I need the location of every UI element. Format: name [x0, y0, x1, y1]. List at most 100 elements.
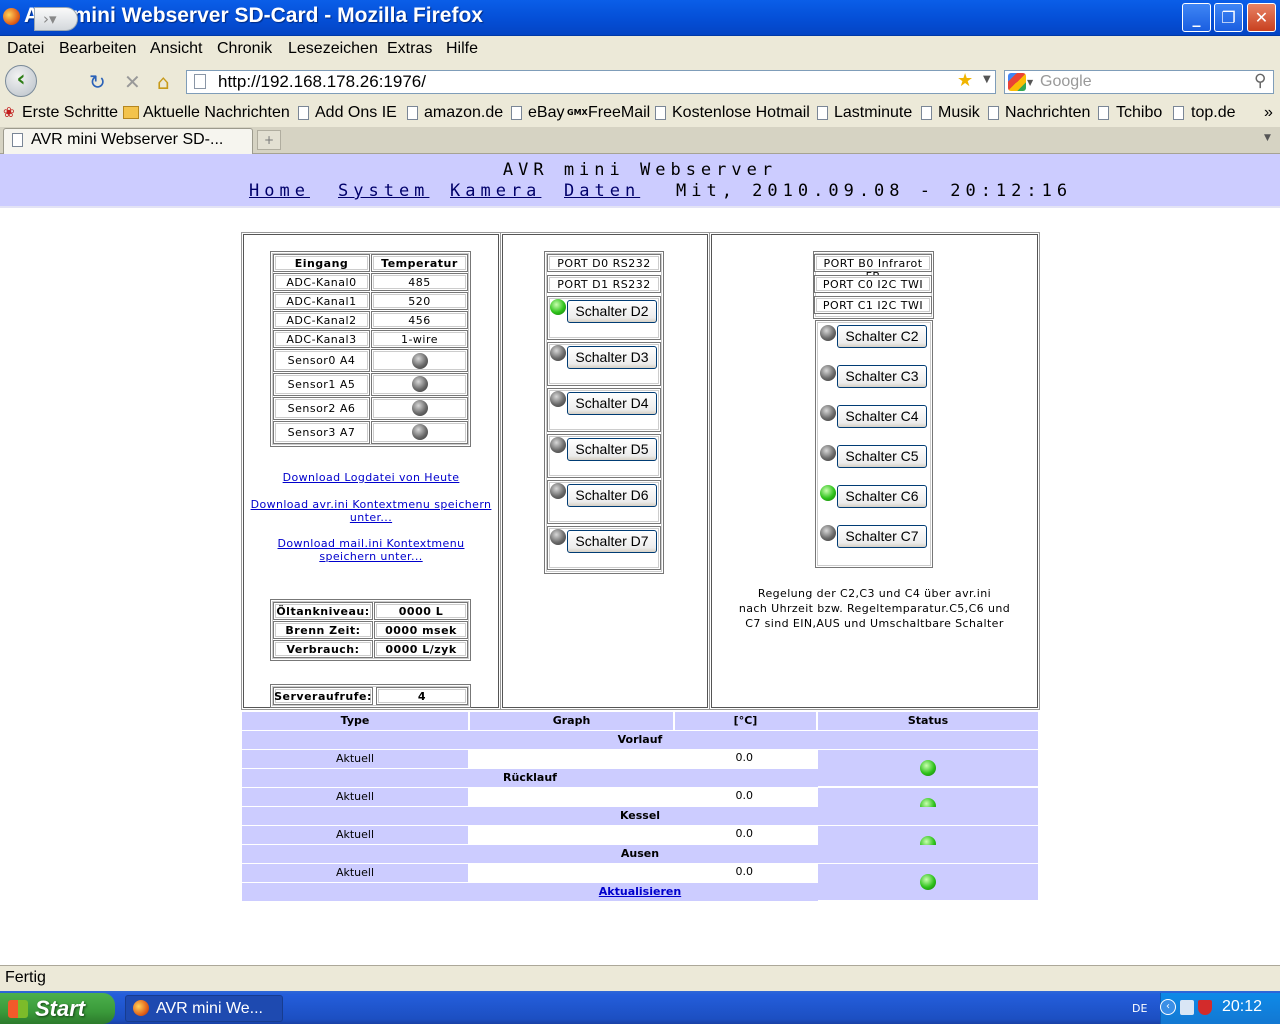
switch-c5-button[interactable]: Schalter C5: [837, 445, 927, 468]
switch-d6-led-icon: [550, 483, 566, 499]
sensor-name: Sensor3 A7: [287, 426, 356, 439]
note-line: Regelung der C2,C3 und C4 über avr.ini: [757, 587, 992, 600]
menu-hilfe[interactable]: Hilfe: [446, 40, 478, 58]
bookmark-top-de[interactable]: top.de: [1191, 104, 1235, 122]
sensor-label: Sensor2 A6: [273, 397, 370, 420]
tab-list-dropdown-icon[interactable]: ▼: [1264, 133, 1271, 143]
search-engine-dropdown-icon[interactable]: ▼: [1027, 78, 1033, 87]
adc-row-label: ADC-Kanal0: [273, 273, 370, 291]
temps-group-ruecklauf: Rücklauf: [242, 769, 818, 787]
download-mail-ini-link[interactable]: Download mail.ini Kontextmenu speichern …: [250, 537, 492, 563]
adc-row-label: ADC-Kanal3: [273, 330, 370, 348]
nav-link-system[interactable]: System: [338, 181, 429, 201]
sensor-label: Sensor0 A4: [273, 349, 370, 372]
note-line: C7 sind EIN,AUS und Umschaltbare Schalte…: [745, 617, 1004, 630]
refresh-link[interactable]: Aktualisieren: [242, 883, 1038, 901]
switch-c2-led-icon: [820, 325, 836, 341]
switch-d7-button[interactable]: Schalter D7: [567, 530, 657, 553]
rss-folder-icon: [123, 106, 139, 119]
bookmarks-overflow-chevron[interactable]: »: [1264, 104, 1273, 122]
menu-datei[interactable]: Datei: [7, 40, 44, 58]
switch-c7-led-icon: [820, 525, 836, 541]
bookmark-freemail[interactable]: FreeMail: [588, 104, 650, 122]
oil-label-cell: Brenn Zeit:: [273, 621, 373, 639]
sensor-name: Sensor1 A5: [287, 378, 356, 391]
language-indicator[interactable]: DE: [1132, 1002, 1147, 1015]
switch-c3-led-icon: [820, 365, 836, 381]
nav-link-kamera[interactable]: Kamera: [450, 181, 541, 201]
menu-lesezeichen[interactable]: Lesezeichen: [288, 40, 378, 58]
sensor-status-cell: [371, 373, 468, 396]
stop-icon[interactable]: ✕: [124, 70, 141, 94]
port-c-label-cell: PORT B0 Infrarot FB: [814, 254, 932, 283]
switch-d4-led-icon: [550, 391, 566, 407]
download-avr-ini-link[interactable]: Download avr.ini Kontextmenu speichern u…: [250, 498, 492, 524]
oil-value: 0000 L/zyk: [385, 643, 457, 656]
page-datetime: Mit, 2010.09.08 - 20:12:16: [676, 181, 1073, 201]
bookmark-aktuelle-nachrichten[interactable]: Aktuelle Nachrichten: [143, 104, 290, 122]
temps-header-graph: Graph: [470, 712, 673, 730]
switch-d5-button[interactable]: Schalter D5: [567, 438, 657, 461]
switch-d4-button[interactable]: Schalter D4: [567, 392, 657, 415]
menu-extras[interactable]: Extras: [387, 40, 432, 58]
back-button[interactable]: ‹: [5, 65, 37, 97]
port-c-label-cell: PORT C1 I2C TWI: [814, 296, 932, 314]
tray-shield-icon[interactable]: [1198, 1000, 1212, 1015]
switch-c4-led-icon: [820, 405, 836, 421]
home-icon[interactable]: ⌂: [157, 70, 170, 94]
bookmark-musik[interactable]: Musik: [938, 104, 980, 122]
new-tab-button[interactable]: +: [257, 130, 281, 150]
search-magnifier-icon[interactable]: ⚲: [1254, 71, 1266, 91]
sensor-led-icon: [412, 376, 428, 392]
nav-link-home[interactable]: Home: [249, 181, 310, 201]
switch-c6-button[interactable]: Schalter C6: [837, 485, 927, 508]
switch-c2-button[interactable]: Schalter C2: [837, 325, 927, 348]
nav-link-daten[interactable]: Daten: [564, 181, 640, 201]
bookmark-hotmail[interactable]: Kostenlose Hotmail: [672, 104, 810, 122]
port-d-label-cell: PORT D0 RS232: [547, 254, 661, 272]
adc-row-label: ADC-Kanal1: [273, 292, 370, 310]
switch-d5-led-icon: [550, 437, 566, 453]
switch-c4-button[interactable]: Schalter C4: [837, 405, 927, 428]
sensor-status-cell: [371, 397, 468, 420]
reload-icon[interactable]: ↻: [89, 70, 106, 94]
close-button[interactable]: ✕: [1247, 3, 1276, 32]
switch-c7-button[interactable]: Schalter C7: [837, 525, 927, 548]
menu-chronik[interactable]: Chronik: [217, 40, 272, 58]
url-dropdown-icon[interactable]: ▼: [983, 74, 991, 85]
temps-type-cell: Aktuell: [242, 864, 468, 882]
menu-bearbeiten[interactable]: Bearbeiten: [59, 40, 136, 58]
forward-button[interactable]: ›▾: [34, 7, 78, 31]
switch-d6-button[interactable]: Schalter D6: [567, 484, 657, 507]
menu-ansicht[interactable]: Ansicht: [150, 40, 202, 58]
sensor-label: Sensor3 A7: [273, 421, 370, 444]
window-title: AVR mini Webserver SD-Card - Mozilla Fir…: [24, 4, 483, 27]
url-text[interactable]: http://192.168.178.26:1976/: [218, 72, 426, 92]
download-logdatei-link[interactable]: Download Logdatei von Heute: [250, 471, 492, 484]
minimize-button[interactable]: _: [1182, 3, 1211, 32]
bookmark-lastminute[interactable]: Lastminute: [834, 104, 912, 122]
bookmark-nachrichten[interactable]: Nachrichten: [1005, 104, 1090, 122]
search-placeholder[interactable]: Google: [1040, 73, 1092, 91]
bookmark-page-icon: [988, 106, 999, 120]
bookmark-ebay[interactable]: eBay: [528, 104, 564, 122]
maximize-button[interactable]: ❐: [1214, 3, 1243, 32]
bookmark-erste-schritte[interactable]: Erste Schritte: [22, 104, 118, 122]
adc-value: 520: [408, 295, 431, 308]
sensor-name: Sensor0 A4: [287, 354, 356, 367]
switch-d2-button[interactable]: Schalter D2: [567, 300, 657, 323]
star-icon[interactable]: ★: [957, 70, 973, 91]
temps-header-status: Status: [818, 712, 1038, 730]
bookmark-firefox-icon: ❀: [3, 105, 15, 121]
google-icon[interactable]: [1008, 73, 1026, 91]
switch-c3-button[interactable]: Schalter C3: [837, 365, 927, 388]
tray-expand-icon[interactable]: ‹: [1160, 999, 1176, 1015]
switch-d3-button[interactable]: Schalter D3: [567, 346, 657, 369]
tab-title[interactable]: AVR mini Webserver SD-...: [31, 131, 223, 149]
adc-label: ADC-Kanal2: [286, 314, 357, 327]
tray-app-icon[interactable]: [1180, 1000, 1194, 1015]
status-text: Fertig: [5, 969, 46, 986]
bookmark-add-ons-ie[interactable]: Add Ons IE: [315, 104, 397, 122]
bookmark-tchibo[interactable]: Tchibo: [1116, 104, 1162, 122]
bookmark-amazon[interactable]: amazon.de: [424, 104, 503, 122]
